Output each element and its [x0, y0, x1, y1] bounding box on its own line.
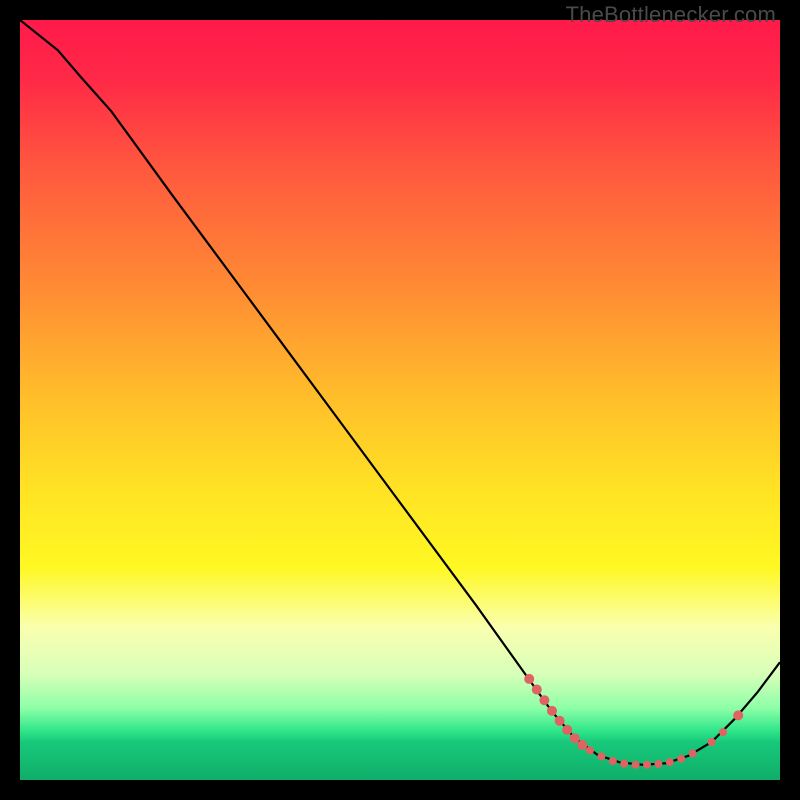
data-marker	[597, 752, 605, 760]
data-marker	[632, 761, 640, 769]
data-marker	[524, 674, 534, 684]
data-marker	[586, 746, 594, 754]
data-marker	[539, 695, 549, 705]
data-marker	[654, 760, 662, 768]
data-marker	[666, 758, 674, 766]
data-marker	[733, 710, 743, 720]
data-marker	[562, 725, 572, 735]
bottleneck-chart	[20, 20, 780, 780]
watermark-label: TheBottlenecker.com	[566, 2, 776, 28]
data-marker	[577, 740, 587, 750]
data-marker	[620, 760, 628, 768]
chart-background	[20, 20, 780, 780]
data-marker	[677, 755, 685, 763]
data-marker	[719, 728, 727, 736]
data-marker	[547, 706, 557, 716]
data-marker	[708, 738, 716, 746]
data-marker	[643, 761, 651, 769]
data-marker	[689, 749, 697, 757]
data-marker	[609, 757, 617, 765]
data-marker	[570, 733, 580, 743]
data-marker	[532, 685, 542, 695]
data-marker	[555, 716, 565, 726]
